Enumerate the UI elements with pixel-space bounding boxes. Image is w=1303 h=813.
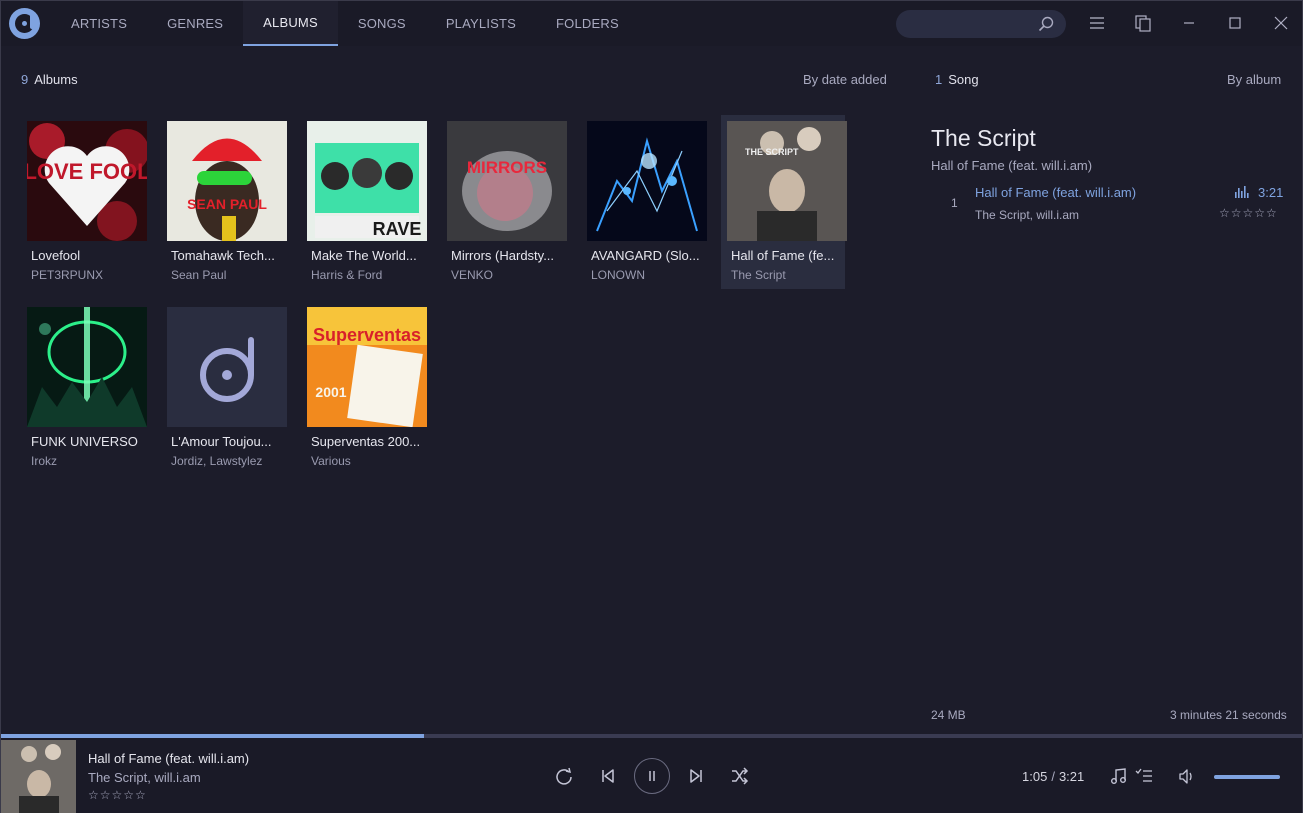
cover-text: SEAN PAUL bbox=[187, 196, 267, 212]
tab-playlists[interactable]: PLAYLISTS bbox=[426, 1, 536, 46]
album-cover-placeholder bbox=[167, 307, 287, 427]
time-separator: / bbox=[1051, 769, 1055, 784]
now-playing-cover[interactable] bbox=[1, 740, 76, 813]
shuffle-icon[interactable] bbox=[731, 767, 749, 785]
menu-icon[interactable] bbox=[1087, 13, 1107, 33]
album-artist: Various bbox=[311, 454, 351, 468]
volume-icon[interactable] bbox=[1178, 768, 1196, 785]
album-card[interactable]: Superventas 2001 Superventas 200... Vari… bbox=[301, 301, 427, 475]
tab-folders[interactable]: FOLDERS bbox=[536, 1, 639, 46]
miniplayer-icon[interactable] bbox=[1133, 13, 1153, 33]
total-size: 24 MB bbox=[931, 708, 966, 722]
top-bar: ARTISTS GENRES ALBUMS SONGS PLAYLISTS FO… bbox=[1, 1, 1302, 46]
cover-text: LOVE FOOL bbox=[27, 159, 147, 184]
album-artist: Jordiz, Lawstylez bbox=[171, 454, 263, 468]
nav-tabs: ARTISTS GENRES ALBUMS SONGS PLAYLISTS FO… bbox=[51, 1, 639, 46]
songs-count: 1 Song bbox=[935, 72, 979, 87]
album-cover: Superventas 2001 bbox=[307, 307, 427, 427]
album-card[interactable]: L'Amour Toujou... Jordiz, Lawstylez bbox=[161, 301, 287, 475]
album-cover bbox=[587, 121, 707, 241]
album-cover: MIRRORS bbox=[447, 121, 567, 241]
albums-count-label: Albums bbox=[34, 72, 78, 87]
album-artist: LONOWN bbox=[591, 268, 645, 282]
album-title: Hall of Fame (fe... bbox=[731, 248, 835, 263]
songs-count-label: Song bbox=[948, 72, 979, 87]
album-title: Make The World... bbox=[311, 248, 417, 263]
album-cover: SEAN PAUL bbox=[167, 121, 287, 241]
app-logo[interactable] bbox=[9, 8, 40, 39]
maximize-icon[interactable] bbox=[1225, 13, 1245, 33]
album-card[interactable]: MIRRORS Mirrors (Hardsty... VENKO bbox=[441, 115, 567, 289]
albums-sort-button[interactable]: By date added bbox=[803, 72, 887, 87]
album-artist: Irokz bbox=[31, 454, 58, 468]
total-duration: 3 minutes 21 seconds bbox=[1170, 708, 1287, 722]
repeat-icon[interactable] bbox=[554, 766, 574, 786]
tab-genres[interactable]: GENRES bbox=[147, 1, 243, 46]
album-card[interactable]: RAVE Make The World... Harris & Ford bbox=[301, 115, 427, 289]
now-playing-title[interactable]: Hall of Fame (feat. will.i.am) bbox=[88, 751, 249, 766]
album-title: Mirrors (Hardsty... bbox=[451, 248, 555, 263]
pause-button[interactable] bbox=[634, 758, 670, 794]
minimize-icon[interactable] bbox=[1179, 13, 1199, 33]
album-cover: THE SCRIPT bbox=[727, 121, 847, 241]
volume-slider[interactable] bbox=[1214, 775, 1280, 779]
cover-text: MIRRORS bbox=[467, 158, 547, 177]
album-cover bbox=[27, 307, 147, 427]
album-artist: The Script bbox=[731, 268, 786, 282]
album-artist-heading: The Script bbox=[931, 125, 1036, 151]
tab-artists[interactable]: ARTISTS bbox=[51, 1, 147, 46]
album-cover: RAVE bbox=[307, 121, 427, 241]
track-rating[interactable]: ☆☆☆☆☆ bbox=[1219, 206, 1278, 220]
album-card-selected[interactable]: THE SCRIPT Hall of Fame (fe... The Scrip… bbox=[721, 115, 847, 289]
album-card[interactable]: FUNK UNIVERSO Irokz bbox=[21, 301, 147, 475]
tab-albums[interactable]: ALBUMS bbox=[243, 1, 338, 46]
album-title: Tomahawk Tech... bbox=[171, 248, 275, 263]
playback-time: 1:05/3:21 bbox=[1022, 769, 1084, 784]
volume-slider-fill bbox=[1214, 775, 1280, 779]
pause-icon bbox=[649, 771, 655, 781]
album-card[interactable]: LOVE FOOL Lovefool PET3RPUNX bbox=[21, 115, 147, 289]
songs-sort-button[interactable]: By album bbox=[1227, 72, 1281, 87]
album-card[interactable]: AVANGARD (Slo... LONOWN bbox=[581, 115, 707, 289]
track-duration: 3:21 bbox=[1258, 185, 1284, 200]
album-title: L'Amour Toujou... bbox=[171, 434, 272, 449]
track-number: 1 bbox=[951, 196, 958, 210]
previous-icon[interactable] bbox=[599, 767, 617, 785]
cover-text: Superventas bbox=[313, 325, 421, 345]
queue-icon[interactable] bbox=[1135, 768, 1153, 785]
track-title: Hall of Fame (feat. will.i.am) bbox=[975, 185, 1137, 200]
album-card[interactable]: SEAN PAUL Tomahawk Tech... Sean Paul bbox=[161, 115, 287, 289]
cover-year: 2001 bbox=[315, 384, 346, 400]
album-title: AVANGARD (Slo... bbox=[591, 248, 700, 263]
album-title-heading[interactable]: Hall of Fame (feat. will.i.am) bbox=[931, 158, 1092, 173]
album-title: Superventas 200... bbox=[311, 434, 421, 449]
album-title: FUNK UNIVERSO bbox=[31, 434, 138, 449]
cover-text: RAVE bbox=[373, 219, 422, 239]
search-input[interactable] bbox=[896, 10, 1066, 38]
close-icon[interactable] bbox=[1271, 13, 1291, 33]
now-playing-artist[interactable]: The Script, will.i.am bbox=[88, 770, 201, 785]
albums-count-number: 9 bbox=[21, 72, 29, 87]
album-artist: Harris & Ford bbox=[311, 268, 383, 282]
songs-count-number: 1 bbox=[935, 72, 943, 87]
album-artist: Sean Paul bbox=[171, 268, 227, 282]
elapsed-time: 1:05 bbox=[1022, 769, 1048, 784]
album-cover: LOVE FOOL bbox=[27, 121, 147, 241]
tab-songs[interactable]: SONGS bbox=[338, 1, 426, 46]
album-artist: PET3RPUNX bbox=[31, 268, 104, 282]
lyrics-icon[interactable] bbox=[1110, 768, 1127, 785]
search-icon[interactable] bbox=[1038, 16, 1054, 32]
albums-count: 9 Albums bbox=[21, 72, 78, 87]
equalizer-icon bbox=[1235, 186, 1249, 198]
cover-text: THE SCRIPT bbox=[745, 147, 799, 157]
total-time: 3:21 bbox=[1058, 769, 1085, 784]
next-icon[interactable] bbox=[687, 767, 705, 785]
player-bar: Hall of Fame (feat. will.i.am) The Scrip… bbox=[1, 738, 1302, 813]
album-title: Lovefool bbox=[31, 248, 81, 263]
now-playing-rating[interactable]: ☆☆☆☆☆ bbox=[88, 788, 147, 802]
album-artist: VENKO bbox=[451, 268, 494, 282]
track-artist: The Script, will.i.am bbox=[975, 208, 1080, 222]
